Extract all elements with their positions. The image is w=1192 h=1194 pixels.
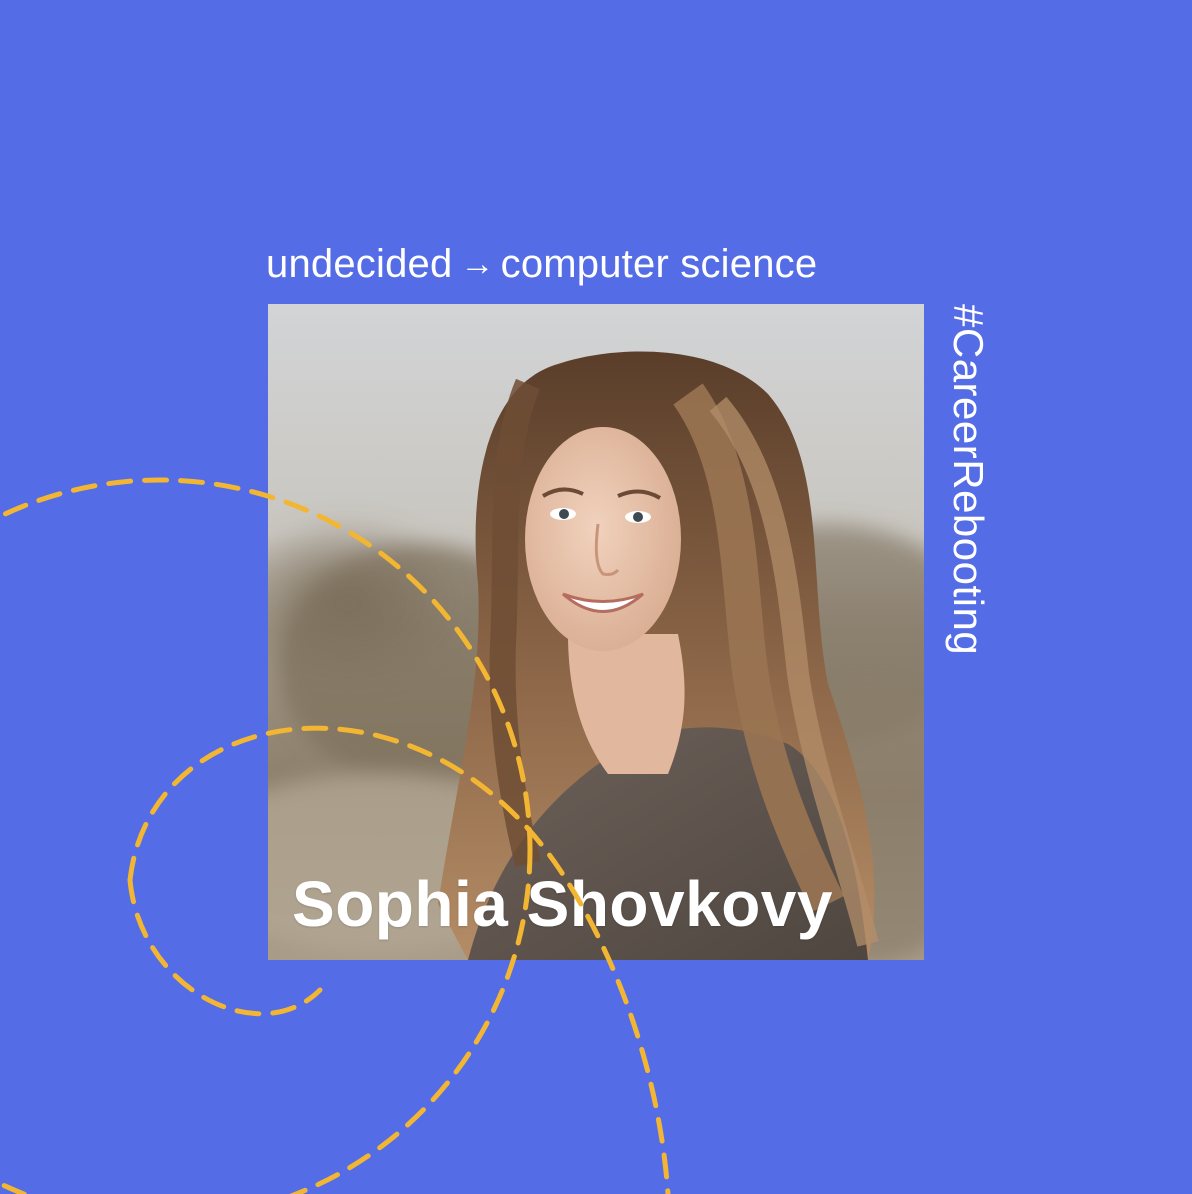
- headline-to: computer science: [500, 241, 818, 286]
- hashtag-label: #CareerRebooting: [945, 304, 992, 656]
- profile-photo: [268, 304, 924, 960]
- hashtag-container: #CareerRebooting: [940, 304, 996, 694]
- headline-from: undecided: [266, 241, 453, 286]
- person-name: Sophia Shovkovy: [292, 868, 833, 940]
- right-arrow-icon: →: [460, 245, 495, 283]
- headline: undecided → computer science: [266, 236, 926, 292]
- post-canvas: undecided → computer science Sophia Shov…: [0, 0, 1192, 1194]
